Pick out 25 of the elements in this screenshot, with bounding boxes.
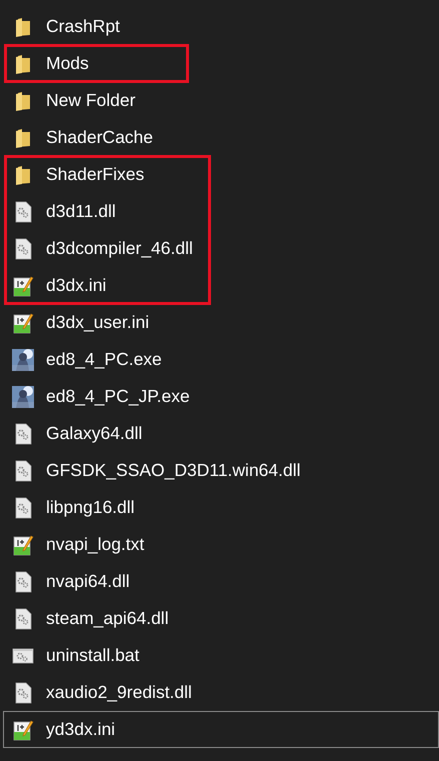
file-name[interactable]: New Folder <box>46 87 136 114</box>
file-name[interactable]: d3dx_user.ini <box>46 309 150 336</box>
file-name[interactable]: ShaderFixes <box>46 161 144 188</box>
file-name[interactable]: ShaderCache <box>46 124 154 151</box>
file-name[interactable]: nvapi64.dll <box>46 568 130 595</box>
notepad-icon <box>12 312 34 334</box>
file-name[interactable]: Galaxy64.dll <box>46 420 142 447</box>
file-name[interactable]: GFSDK_SSAO_D3D11.win64.dll <box>46 457 301 484</box>
notepad-icon <box>12 274 34 296</box>
file-name[interactable]: xaudio2_9redist.dll <box>46 679 192 706</box>
file-name[interactable]: nvapi_log.txt <box>46 531 144 558</box>
focused-row[interactable]: yd3dx.ini <box>3 711 439 748</box>
file-name[interactable]: libpng16.dll <box>46 494 135 521</box>
file-name[interactable]: d3dcompiler_46.dll <box>46 235 193 262</box>
notepad-icon <box>12 534 34 556</box>
file-name[interactable]: Mods <box>46 50 89 77</box>
file-name[interactable]: uninstall.bat <box>46 642 140 669</box>
file-name[interactable]: d3dx.ini <box>46 272 106 299</box>
file-name[interactable]: yd3dx.ini <box>46 716 116 743</box>
file-name[interactable]: ed8_4_PC_JP.exe <box>46 383 190 410</box>
file-name[interactable]: ed8_4_PC.exe <box>46 346 162 373</box>
file-name[interactable]: CrashRpt <box>46 13 120 40</box>
file-name[interactable]: d3d11.dll <box>46 198 116 225</box>
notepad-icon <box>12 718 34 740</box>
file-name[interactable]: steam_api64.dll <box>46 605 169 632</box>
